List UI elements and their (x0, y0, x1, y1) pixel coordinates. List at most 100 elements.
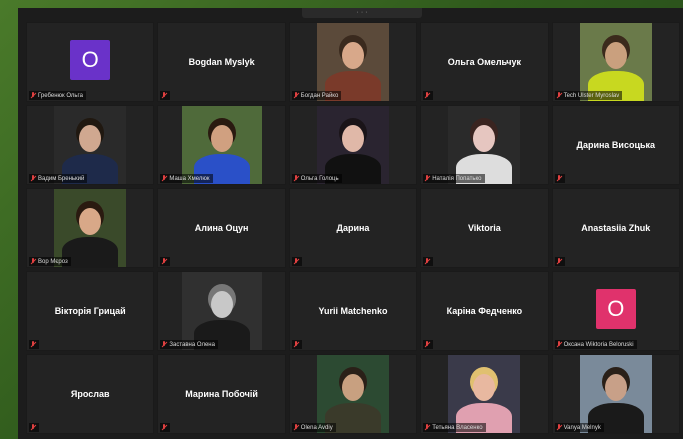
muted-mic-icon (30, 175, 36, 182)
muted-mic-icon (30, 424, 36, 431)
muted-mic-icon (556, 258, 562, 265)
participant-name-label (423, 340, 434, 349)
participant-name-label (291, 257, 302, 266)
participant-tile[interactable]: Anastasiia Zhuk (551, 188, 680, 268)
participant-name-label (160, 257, 171, 266)
participant-name-label: Вор Мєроз (29, 257, 71, 266)
participant-display-name: Yurii Matchenko (318, 306, 388, 316)
participant-name: Vanya Melnyk (563, 424, 601, 431)
avatar: O (70, 40, 111, 80)
participant-name-label (29, 423, 39, 432)
participant-tile[interactable]: Маша Хмелюк (157, 105, 286, 185)
participant-name-label (554, 257, 565, 266)
participant-video (54, 189, 127, 267)
muted-mic-icon (161, 92, 167, 99)
participant-tile[interactable]: Yurii Matchenko (288, 271, 418, 351)
participant-display-name: Вікторія Грицай (54, 306, 126, 316)
participant-name-label (423, 91, 434, 100)
muted-mic-icon (556, 341, 562, 348)
muted-mic-icon (30, 341, 36, 348)
participant-tile[interactable]: Каріна Федченко (420, 271, 549, 351)
participant-tile[interactable]: Вікторія Грицай (26, 271, 155, 351)
participant-name-label (160, 423, 171, 432)
participant-name-label: Tech Ulster Myroslav (554, 91, 623, 100)
participant-video (181, 272, 262, 350)
participant-tile[interactable]: Тетьяна Власенко (420, 354, 549, 434)
participant-name-label: Гребенюк Ольга (29, 91, 86, 100)
muted-mic-icon (556, 175, 562, 182)
participant-tile[interactable]: Алина Оцун (157, 188, 286, 268)
participant-display-name: Bogdan Myslyk (188, 57, 255, 67)
participant-tile[interactable]: Ольга Омельчук (420, 22, 549, 102)
muted-mic-icon (30, 258, 36, 265)
participant-name-label: Маша Хмелюк (160, 174, 213, 183)
participant-name-label (160, 91, 171, 100)
participant-name-label: Заставна Олена (160, 340, 218, 349)
muted-mic-icon (424, 258, 430, 265)
participant-name: Olena Avdiy (300, 424, 333, 431)
muted-mic-icon (293, 424, 299, 431)
participant-tile[interactable]: Богдан Райко (288, 22, 418, 102)
participant-name: Тетьяна Власенко (432, 424, 483, 431)
muted-mic-icon (293, 258, 299, 265)
participant-name-label: Olena Avdiy (291, 423, 336, 432)
participant-tile[interactable]: Ярослав (26, 354, 155, 434)
participant-name: Заставна Олена (169, 341, 215, 348)
participant-tile[interactable]: Дарина (288, 188, 418, 268)
participant-name: Ольга Голоць (300, 175, 339, 182)
participant-name: Богдан Райко (300, 92, 339, 99)
participant-tile[interactable]: Bogdan Myslyk (157, 22, 286, 102)
participant-video (448, 106, 521, 184)
muted-mic-icon (424, 92, 430, 99)
avatar: O (595, 289, 636, 329)
participant-display-name: Viktoria (467, 223, 501, 233)
participant-tile[interactable]: O Оксана Wiktoria Beloruski (551, 271, 680, 351)
muted-mic-icon (161, 175, 167, 182)
participant-name: Tech Ulster Myroslav (563, 92, 620, 99)
participant-name-label (29, 340, 39, 349)
view-options-bar[interactable]: · · · (302, 8, 422, 18)
participant-video (316, 355, 389, 433)
muted-mic-icon (161, 341, 167, 348)
muted-mic-icon (424, 341, 430, 348)
participant-display-name: Марина Побочій (185, 389, 258, 399)
participant-tile[interactable]: Tech Ulster Myroslav (551, 22, 680, 102)
participant-tile[interactable]: O Гребенюк Ольга (26, 22, 155, 102)
participant-tile[interactable]: Заставна Олена (157, 271, 286, 351)
muted-mic-icon (424, 424, 430, 431)
participant-tile[interactable]: Вор Мєроз (26, 188, 155, 268)
participant-tile[interactable]: Дарина Висоцька (551, 105, 680, 185)
participant-name-label: Оксана Wiktoria Beloruski (554, 340, 637, 349)
participant-video (54, 106, 127, 184)
participant-name-label: Vanya Melnyk (554, 423, 604, 432)
participant-display-name: Anastasiia Zhuk (581, 223, 651, 233)
participant-display-name: Ольга Омельчук (447, 57, 522, 67)
participant-display-name: Ярослав (70, 389, 110, 399)
participant-tile[interactable]: Ольга Голоць (288, 105, 418, 185)
participant-tile[interactable]: Vanya Melnyk (551, 354, 680, 434)
participant-tile[interactable]: Марина Побочій (157, 354, 286, 434)
participant-name: Гребенюк Ольга (38, 92, 83, 99)
participant-tile[interactable]: Olena Avdiy (288, 354, 418, 434)
participant-name-label: Ольга Голоць (291, 174, 342, 183)
muted-mic-icon (556, 92, 562, 99)
muted-mic-icon (424, 175, 430, 182)
participant-name-label: Наталія Попатько (423, 174, 485, 183)
participant-name: Вор Мєроз (38, 258, 68, 265)
participant-name: Вадим Бренький (38, 175, 85, 182)
participant-tile[interactable]: Вадим Бренький (26, 105, 155, 185)
participant-name-label: Вадим Бренький (29, 174, 88, 183)
participant-name-label (554, 174, 565, 183)
participant-display-name: Дарина Висоцька (576, 140, 656, 150)
muted-mic-icon (161, 258, 167, 265)
participant-display-name: Дарина (336, 223, 370, 233)
muted-mic-icon (293, 341, 299, 348)
participant-name-label (291, 340, 302, 349)
participant-display-name: Алина Оцун (194, 223, 249, 233)
participant-video (448, 355, 521, 433)
gallery-grid: O Гребенюк Ольга Bogdan Myslyk Богдан Райко… (26, 22, 680, 434)
participant-video (579, 355, 652, 433)
participant-tile[interactable]: Наталія Попатько (420, 105, 549, 185)
participant-tile[interactable]: Viktoria (420, 188, 549, 268)
participant-video (316, 106, 389, 184)
